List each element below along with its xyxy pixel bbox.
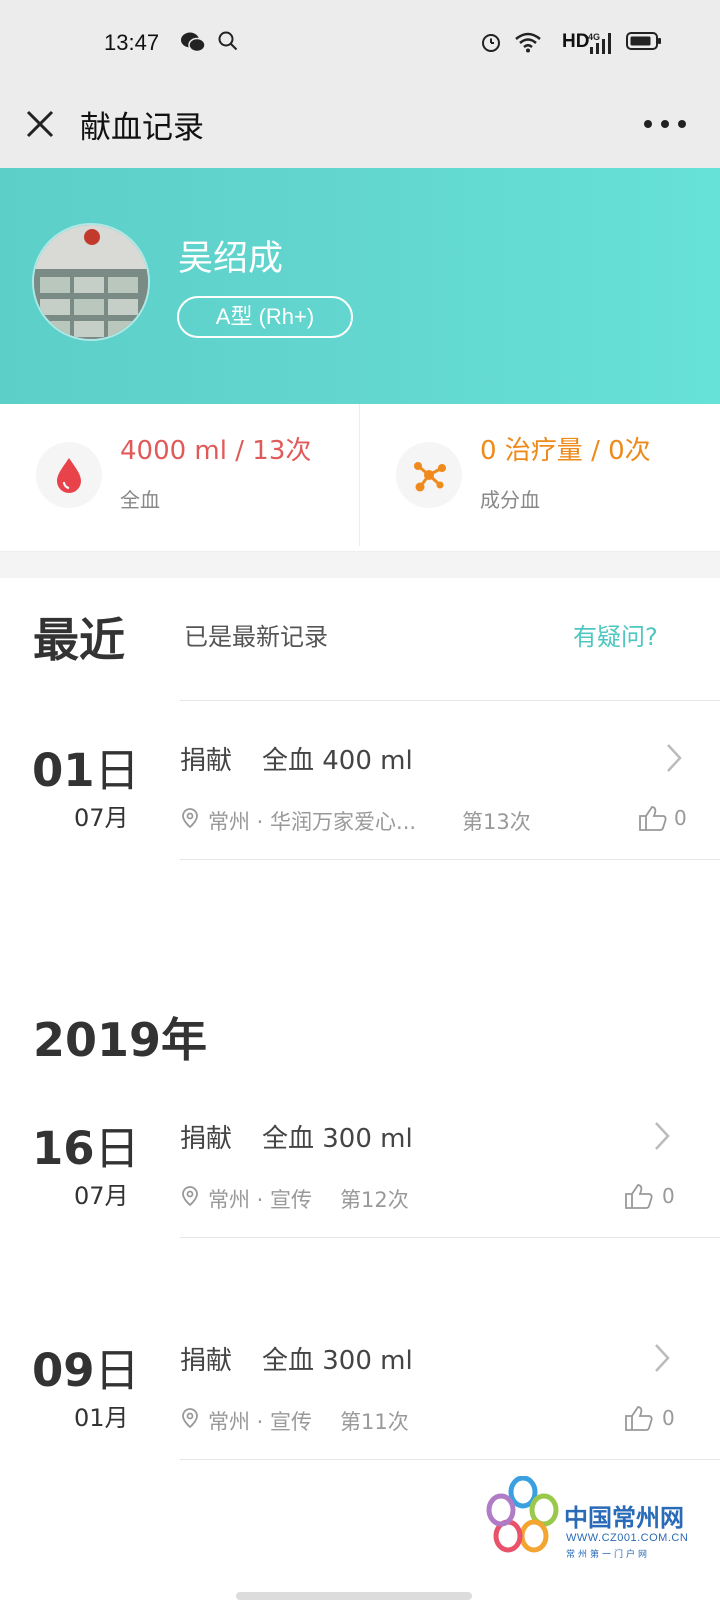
watermark-url: WWW.CZ001.COM.CN [566, 1532, 689, 1544]
chevron-right-icon[interactable] [652, 1120, 672, 1152]
stat-divider [359, 404, 360, 546]
battery-icon [626, 32, 661, 50]
watermark-subtitle: 常州第一门户网 [566, 1550, 651, 1560]
chevron-right-icon[interactable] [652, 1342, 672, 1374]
record-day: 01日 [32, 744, 140, 797]
donation-record[interactable]: 16日 07月 捐献 全血 300 ml 常州 · 宣传 第12次 0 [0, 1078, 720, 1238]
blood-type-badge: A型 (Rh+) [177, 296, 353, 338]
network-label: HD [562, 31, 590, 52]
divider [180, 859, 720, 860]
record-location: 常州 · 宣传 [208, 1410, 313, 1434]
status-bar: 13:47 HD 4G [0, 0, 720, 90]
chevron-right-icon[interactable] [664, 742, 684, 774]
recent-title: 最近 [33, 613, 125, 667]
whole-blood-icon-wrap [36, 442, 102, 508]
wifi-icon [515, 32, 541, 53]
avatar[interactable] [32, 223, 150, 341]
search-icon [218, 31, 238, 51]
molecule-icon [414, 462, 446, 492]
record-month: 07月 [74, 1182, 129, 1210]
blood-drop-icon [57, 458, 81, 493]
divider [180, 1459, 720, 1460]
record-month: 07月 [74, 804, 129, 832]
home-indicator[interactable] [236, 1592, 472, 1600]
year-title: 2019年 [33, 1013, 208, 1067]
component-blood-icon-wrap [396, 442, 462, 508]
wechat-icon [181, 32, 206, 53]
location-pin-icon [182, 1186, 198, 1207]
record-type: 捐献 [180, 1124, 233, 1154]
watermark: 中国常州网 WWW.CZ001.COM.CN 常州第一门户网 [486, 1475, 706, 1566]
divider [180, 1237, 720, 1238]
more-options-icon[interactable] [640, 114, 690, 134]
watermark-name: 中国常州网 [564, 1504, 684, 1532]
signal-icon: 4G [588, 32, 611, 54]
record-location: 常州 · 华润万家爱心... [208, 810, 417, 834]
thumbs-up-icon[interactable] [638, 804, 668, 832]
page-title: 献血记录 [80, 110, 204, 146]
record-type: 捐献 [180, 1346, 233, 1376]
user-name: 吴绍成 [178, 239, 284, 279]
title-bar: 献血记录 [0, 90, 720, 168]
record-likes: 0 [662, 1406, 675, 1430]
component-blood-value: 0 治疗量 / 0次 [480, 436, 651, 466]
donation-record[interactable]: 09日 01月 捐献 全血 300 ml 常州 · 宣传 第11次 0 [0, 1300, 720, 1460]
recent-status: 已是最新记录 [184, 623, 328, 651]
alarm-icon [482, 34, 500, 52]
svg-text:4G: 4G [588, 32, 600, 42]
profile-header: 吴绍成 A型 (Rh+) [0, 168, 720, 404]
section-gap [0, 552, 720, 578]
thumbs-up-icon[interactable] [624, 1182, 654, 1210]
thumbs-up-icon[interactable] [624, 1404, 654, 1432]
record-detail: 全血 400 ml [262, 746, 413, 776]
record-count: 第11次 [340, 1410, 409, 1434]
record-detail: 全血 300 ml [262, 1346, 413, 1376]
whole-blood-value: 4000 ml / 13次 [120, 436, 312, 466]
record-likes: 0 [662, 1184, 675, 1208]
record-month: 01月 [74, 1404, 129, 1432]
record-day: 09日 [32, 1344, 140, 1397]
location-pin-icon [182, 808, 198, 829]
location-pin-icon [182, 1408, 198, 1429]
donation-record[interactable]: 01日 07月 捐献 全血 400 ml 常州 · 华润万家爱心... 第13次… [0, 700, 720, 860]
record-count: 第12次 [340, 1188, 409, 1212]
avatar-image [34, 225, 148, 339]
divider [180, 700, 720, 701]
help-link[interactable]: 有疑问? [573, 617, 658, 652]
whole-blood-label: 全血 [120, 488, 160, 512]
record-detail: 全血 300 ml [262, 1124, 413, 1154]
donation-stats: 4000 ml / 13次 全血 0 治疗量 / 0次 成分血 [0, 404, 720, 552]
record-count: 第13次 [462, 810, 531, 834]
component-blood-label: 成分血 [480, 488, 540, 512]
record-likes: 0 [674, 806, 687, 830]
record-location: 常州 · 宣传 [208, 1188, 313, 1212]
watermark-logo-icon [486, 1475, 559, 1553]
close-icon[interactable] [20, 104, 60, 144]
status-time: 13:47 [104, 30, 160, 55]
record-type: 捐献 [180, 746, 233, 776]
record-day: 16日 [32, 1122, 140, 1175]
